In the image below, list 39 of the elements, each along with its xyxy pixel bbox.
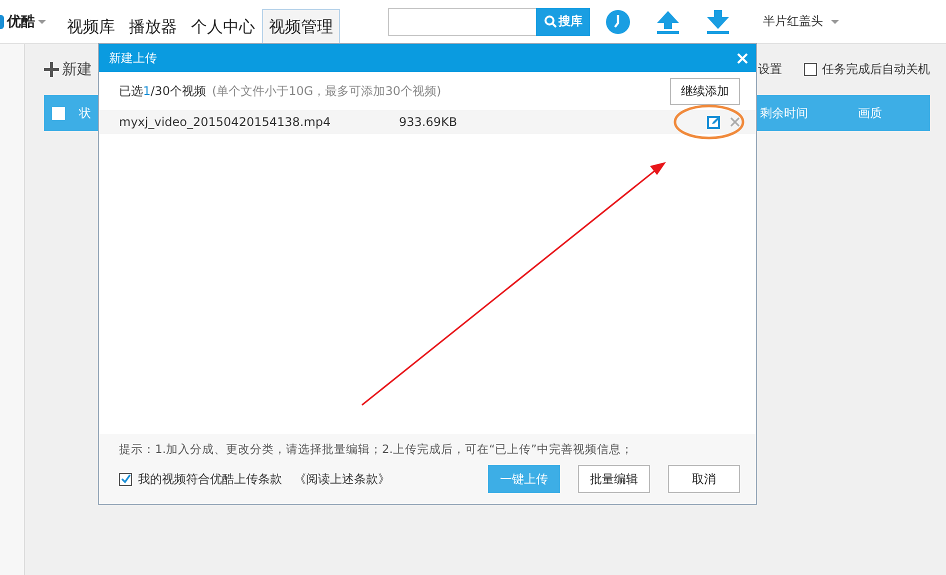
terms-link[interactable]: 《阅读上述条款》 <box>294 470 390 488</box>
caret-icon[interactable] <box>38 20 46 24</box>
file-name: myxj_video_20150420154138.mp4 <box>119 115 332 129</box>
close-icon[interactable] <box>737 52 748 64</box>
nav-tab[interactable]: 个人中心 <box>184 8 262 44</box>
column-header: 状 <box>79 104 91 122</box>
file-size: 933.69KB <box>399 115 458 129</box>
column-header: 画质 <box>858 104 883 122</box>
remove-icon[interactable] <box>730 117 740 127</box>
user-name[interactable]: 半片红盖头 <box>763 13 823 30</box>
checkbox-label: 任务完成后自动关机 <box>822 61 930 78</box>
dialog-button[interactable]: 取消 <box>668 465 740 493</box>
settings-link[interactable]: 设置 <box>758 61 782 78</box>
nav-tab[interactable]: 播放器 <box>122 8 184 44</box>
plus-icon <box>44 62 59 77</box>
checkbox[interactable] <box>119 472 132 486</box>
limit-note: (单个文件小于10G，最多可添加30个视频) <box>212 82 442 100</box>
clock-icon[interactable] <box>605 8 631 34</box>
highlight-ellipse <box>674 104 744 140</box>
logo-icon <box>0 14 4 28</box>
column-header: 剩余时间 <box>760 104 809 122</box>
agreement-label: 我的视频符合优酷上传条款 <box>138 470 282 488</box>
file-row[interactable]: myxj_video_20150420154138.mp4 933.69KB <box>99 110 756 134</box>
dialog-button[interactable]: 批量编辑 <box>578 465 650 493</box>
download-icon[interactable] <box>705 8 731 34</box>
hint-text: 提示：1.加入分成、更改分类，请选择批量编辑；2.上传完成后，可在“已上传”中完善视频信息； <box>119 442 634 457</box>
caret-icon[interactable] <box>831 20 839 24</box>
search-field[interactable] <box>388 8 536 36</box>
edit-icon[interactable] <box>707 116 720 128</box>
nav-tab[interactable]: 视频管理 <box>262 8 340 44</box>
selection-summary: 已选1/30个视频 <box>119 82 206 100</box>
app-logo[interactable]: 优酷 <box>7 12 35 30</box>
add-more-button[interactable]: 继续添加 <box>670 78 740 104</box>
dialog-title: 新建上传 <box>109 50 157 66</box>
checkbox[interactable] <box>804 63 817 76</box>
search-icon <box>544 15 556 28</box>
upload-icon[interactable] <box>655 8 681 34</box>
new-upload-button[interactable]: 新建 <box>44 60 92 79</box>
nav-tab[interactable]: 视频库 <box>60 8 122 44</box>
